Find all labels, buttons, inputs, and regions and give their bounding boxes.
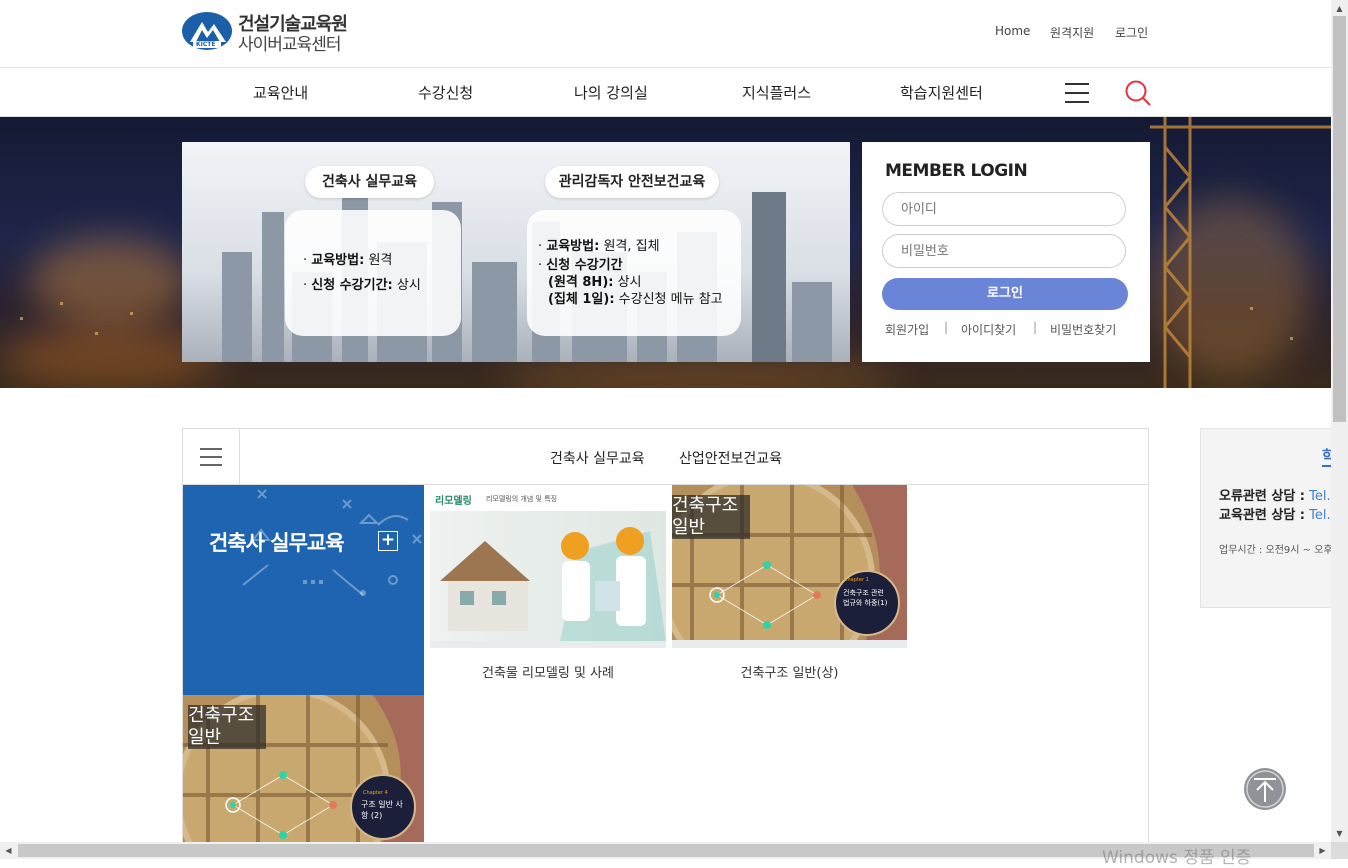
signup-link[interactable]: 회원가입 [885, 321, 929, 338]
banner-right-item: (집체 1일): 수강신청 메뉴 참고 [548, 292, 723, 307]
find-id-link[interactable]: 아이디찾기 [961, 321, 1016, 338]
scroll-top-button[interactable] [1244, 768, 1286, 810]
nav-learning-support[interactable]: 학습지원센터 [900, 82, 983, 103]
login-link[interactable]: 로그인 [1115, 24, 1148, 41]
remote-support-link[interactable]: 원격지원 [1050, 24, 1094, 41]
banner-left-item: · 교육방법: 원격 [303, 253, 393, 268]
scroll-left-icon[interactable]: ◀ [0, 842, 17, 859]
scroll-up-icon[interactable]: ▲ [1331, 0, 1348, 17]
scroll-right-icon[interactable]: ▶ [1314, 842, 1331, 859]
vertical-scroll-thumb[interactable] [1333, 16, 1346, 422]
error-contact: 오류관련 상담 : Tel. [1219, 489, 1331, 504]
site-logo[interactable]: KICTE 건설기술교육원 사이버교육센터 [182, 10, 362, 55]
hamburger-menu-icon[interactable] [1065, 83, 1089, 103]
nav-my-classroom[interactable]: 나의 강의실 [574, 82, 648, 103]
scroll-down-icon[interactable]: ▼ [1331, 825, 1348, 842]
tab-industrial-safety[interactable]: 산업안전보건교육 [679, 448, 782, 468]
category-card[interactable] [183, 485, 424, 695]
banner-left-title[interactable]: 건축사 실무교육 [305, 166, 434, 198]
course-title[interactable]: 건축구조 일반(상) [672, 662, 907, 681]
login-button[interactable]: 로그인 [882, 278, 1128, 310]
category-menu-icon[interactable] [183, 429, 240, 484]
thumb-badge-text: 구조 일반 사항 (2) [361, 800, 403, 820]
tab-architect-practice[interactable]: 건축사 실무교육 [550, 448, 645, 468]
arrow-up-icon [1246, 770, 1284, 808]
nav-enrollment[interactable]: 수강신청 [418, 82, 473, 103]
plus-icon[interactable]: + [378, 531, 398, 551]
user-id-input[interactable] [882, 192, 1126, 226]
category-title: 건축사 실무교육 [209, 531, 345, 555]
banner-card-left [285, 210, 461, 336]
thumb-label: 건축구조 일반 [188, 705, 266, 749]
home-link[interactable]: Home [995, 24, 1030, 38]
banner-right-item: · 교육방법: 원격, 집체 [538, 239, 660, 254]
search-icon[interactable] [1124, 79, 1152, 107]
course-thumbnail-structure[interactable]: 건축구조 일반 Chapter 1 건축구조 관련 법규와 하중(1) [672, 485, 907, 648]
nav-education-info[interactable]: 교육안내 [253, 82, 308, 103]
link-separator: | [944, 320, 949, 334]
course-thumbnail-structure-2[interactable]: 건축구조 일반 Chapter 4 구조 일반 사항 (2) [183, 695, 424, 842]
logo-emblem-icon: KICTE [182, 12, 232, 50]
thumb-sublabel: 리모델링의 개념 및 특징 [486, 495, 558, 503]
course-title[interactable]: 건축물 리모델링 및 사례 [430, 662, 666, 681]
banner-left-item: · 신청 수강기간: 상시 [303, 278, 421, 293]
password-input[interactable] [882, 234, 1126, 268]
business-hours: 업무시간 : 오전9시 ~ 오후 [1219, 545, 1333, 556]
banner-right-title[interactable]: 관리감독자 안전보건교육 [545, 166, 719, 198]
windows-activation-watermark: Windows 정품 인증 [1102, 848, 1252, 868]
course-banner[interactable] [182, 142, 850, 362]
contact-heading: 학 [1322, 445, 1331, 466]
course-thumbnail-remodeling[interactable]: 리모델링 리모델링의 개념 및 특징 [430, 488, 666, 648]
thumb-badge-text: 건축구조 관련 법규와 하중(1) [843, 589, 888, 607]
thumb-badge-chapter: Chapter 4 [363, 790, 388, 796]
logo-badge-text: KICTE [196, 41, 216, 48]
header-divider [0, 67, 1331, 68]
find-password-link[interactable]: 비밀번호찾기 [1050, 321, 1116, 338]
link-separator: | [1033, 320, 1038, 334]
scrollbar-corner [1331, 842, 1348, 859]
login-title: MEMBER LOGIN [885, 161, 1028, 181]
thumb-label: 건축구조 일반 [672, 495, 750, 539]
logo-subtitle: 사이버교육센터 [238, 35, 341, 55]
nav-knowledge-plus[interactable]: 지식플러스 [742, 82, 811, 103]
thumb-badge-chapter: Chapter 1 [844, 577, 869, 583]
education-contact: 교육관련 상담 : Tel. [1219, 508, 1331, 523]
thumb-label: 리모델링 [435, 496, 472, 507]
